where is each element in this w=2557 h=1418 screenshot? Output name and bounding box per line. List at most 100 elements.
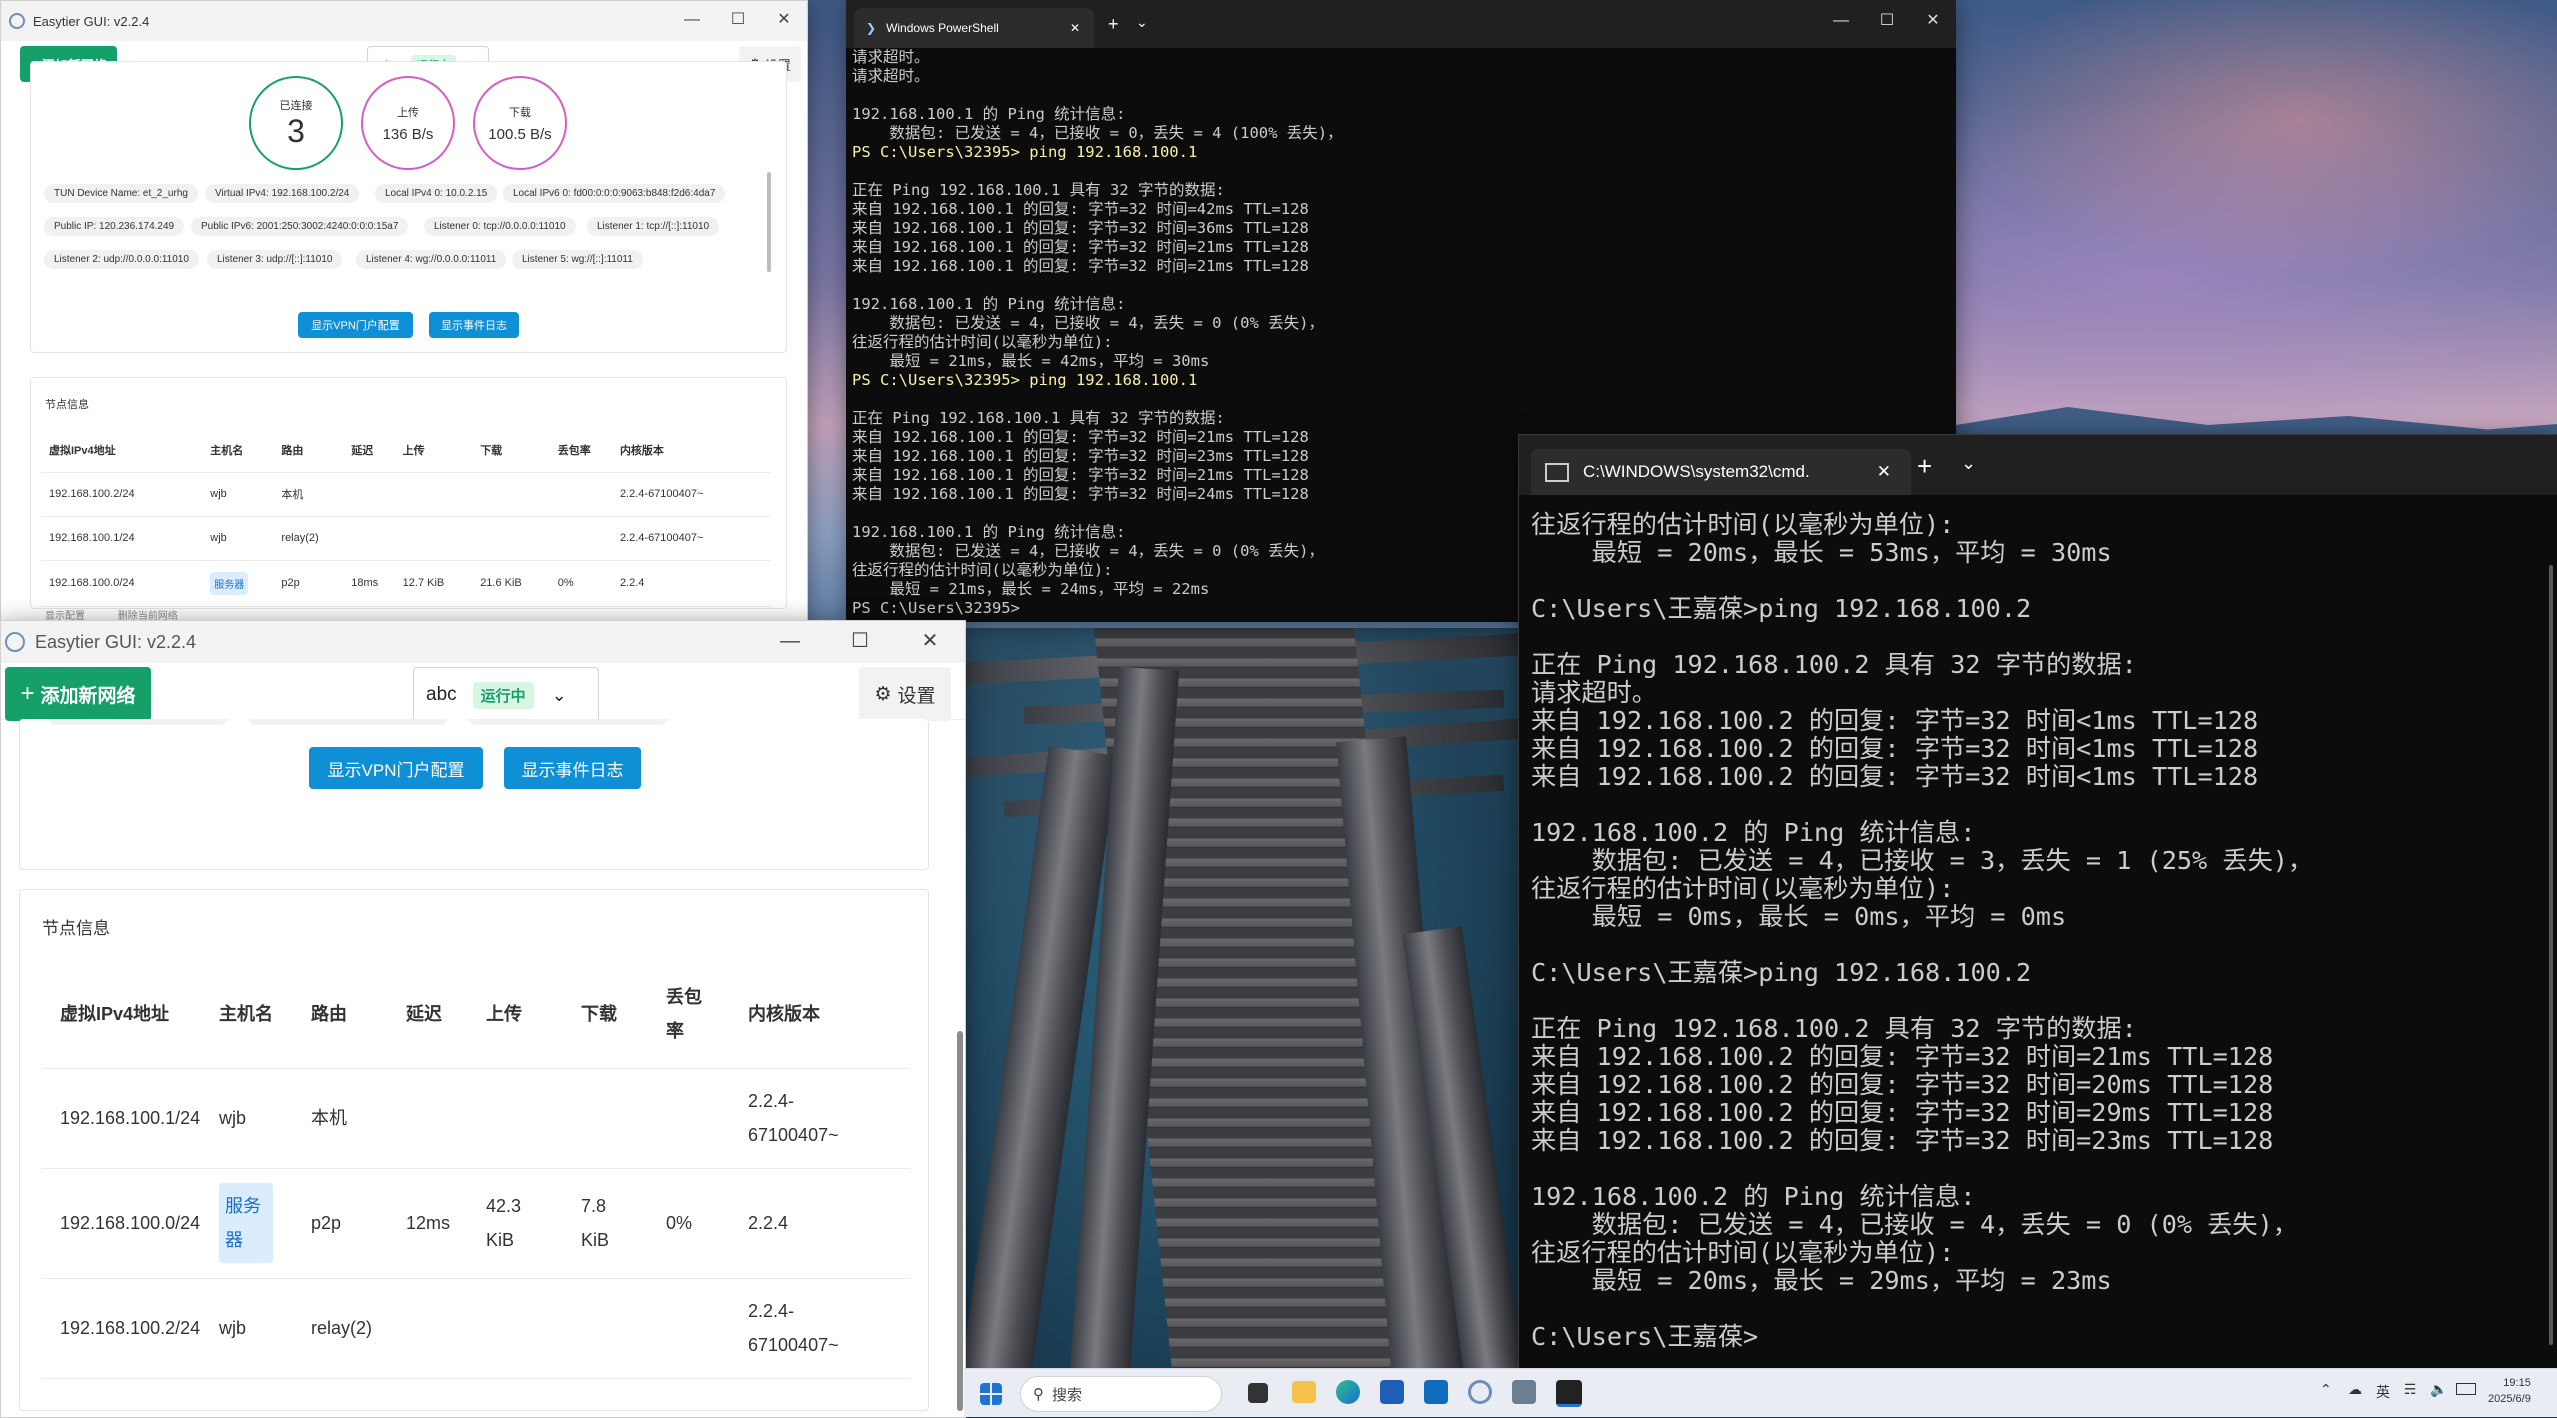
terminal-line: 192.168.100.1 的 Ping 统计信息:	[852, 523, 1126, 541]
chip-row-clipped	[48, 719, 728, 727]
tab-powershell[interactable]: ❯ Windows PowerShell ✕	[854, 8, 1094, 48]
easytier-taskbar-icon[interactable]	[1468, 1380, 1492, 1404]
terminal-line: 来自 192.168.100.2 的回复: 字节=32 时间=29ms TTL=…	[1531, 1098, 2274, 1127]
new-tab-icon[interactable]: +	[1917, 451, 1932, 482]
toolbar: + 添加新网络 abc 运行中 ⌄ ⚙ 设置	[1, 663, 965, 723]
terminal-line: 192.168.100.1 的 Ping 统计信息:	[852, 295, 1126, 313]
add-network-button[interactable]: + 添加新网络	[5, 667, 151, 721]
terminal-line: 数据包: 已发送 = 4，已接收 = 4，丢失 = 0 (0% 丢失)，	[1531, 1210, 2298, 1239]
terminal-line: 来自 192.168.100.1 的回复: 字节=32 时间=24ms TTL=…	[852, 485, 1309, 503]
chevron-up-icon[interactable]: ⌃	[2320, 1381, 2332, 1398]
terminal-line: 192.168.100.2 的 Ping 统计信息:	[1531, 818, 1976, 847]
task-view-icon[interactable]	[1248, 1383, 1268, 1403]
maximize-icon[interactable]: ☐	[825, 621, 895, 663]
store-icon[interactable]	[1380, 1380, 1404, 1404]
peer-info-card: 节点信息 虚拟IPv4地址 主机名 路由 延迟 上传 下载 丢包率 内核版本 1…	[19, 889, 929, 1411]
terminal-line: PS C:\Users\32395> ping 192.168.100.1	[852, 143, 1198, 161]
terminal-line: 来自 192.168.100.2 的回复: 字节=32 时间<1ms TTL=1…	[1531, 762, 2259, 791]
easytier-window-back: Easytier GUI: v2.2.4 — ☐ ✕ + 添加新网络 abc 运…	[0, 0, 808, 624]
wifi-icon[interactable]: ☴	[2404, 1381, 2417, 1398]
title-bar[interactable]: C:\WINDOWS\system32\cmd. ✕ + ⌄	[1519, 435, 2557, 495]
table-row[interactable]: 192.168.100.0/24 服务器 p2p 18ms 12.7 KiB 2…	[41, 560, 771, 607]
vpn-portal-button[interactable]: 显示VPN门户配置	[298, 312, 413, 338]
settings-button[interactable]: ⚙ 设置	[859, 667, 951, 721]
close-icon[interactable]: ✕	[761, 1, 807, 41]
new-tab-icon[interactable]: +	[1108, 14, 1119, 35]
edge-browser-icon[interactable]	[1336, 1380, 1360, 1404]
terminal-line: 最短 = 21ms，最长 = 24ms，平均 = 22ms	[852, 580, 1210, 598]
clock-date: 2025/6/9	[2488, 1393, 2531, 1405]
close-icon[interactable]: ✕	[1910, 0, 1956, 44]
window-scrollbar[interactable]	[807, 378, 808, 578]
powershell-icon: ❯	[866, 21, 877, 35]
tab-cmd[interactable]: C:\WINDOWS\system32\cmd. ✕	[1531, 449, 1911, 495]
vpn-portal-button[interactable]: 显示VPN门户配置	[309, 747, 483, 789]
cmd-icon	[1545, 462, 1569, 482]
table-row[interactable]: 192.168.100.1/24 wjb relay(2) 2.2.4-6710…	[41, 516, 771, 561]
chips-scrollbar[interactable]	[767, 172, 771, 272]
maximize-icon[interactable]: ☐	[715, 1, 761, 41]
cmd-output[interactable]: 往返行程的估计时间(以毫秒为单位): 最短 = 20ms，最长 = 53ms，平…	[1531, 511, 2313, 1351]
minimize-icon[interactable]: —	[1818, 0, 1864, 44]
taskbar-search[interactable]: ⚲ 搜索	[1020, 1376, 1222, 1412]
app-taskbar-icon[interactable]	[1512, 1380, 1536, 1404]
search-icon: ⚲	[1033, 1386, 1044, 1403]
window-scrollbar[interactable]	[957, 1031, 963, 1411]
chevron-down-icon: ⌄	[551, 684, 567, 705]
info-chip: Public IP: 120.236.174.249	[44, 217, 185, 236]
tab-dropdown-icon[interactable]: ⌄	[1961, 453, 1976, 474]
info-chip: Listener 5: wg://[::]:11011	[512, 250, 643, 269]
table-row[interactable]: 192.168.100.1/24 wjb 本机 2.2.4-67100407~	[42, 1068, 910, 1169]
info-chip: Listener 3: udp://[::]:11010	[207, 250, 343, 269]
cmd-scrollbar[interactable]	[2549, 565, 2553, 1345]
terminal-line: 最短 = 20ms，最长 = 53ms，平均 = 30ms	[1531, 538, 2112, 567]
taskbar: ⚲ 搜索 ⌃ ☁ 英 ☴ 🔈 19:15 2025/6/9	[964, 1368, 2557, 1417]
terminal-line: 来自 192.168.100.2 的回复: 字节=32 时间=21ms TTL=…	[1531, 1042, 2274, 1071]
network-select[interactable]: abc 运行中 ⌄	[413, 667, 599, 723]
event-log-button[interactable]: 显示事件日志	[429, 312, 519, 338]
clock-time: 19:15	[2503, 1377, 2531, 1389]
tab-dropdown-icon[interactable]: ⌄	[1136, 14, 1148, 31]
outlook-icon[interactable]	[1424, 1380, 1448, 1404]
volume-icon[interactable]: 🔈	[2430, 1381, 2447, 1398]
window-title: Easytier GUI: v2.2.4	[35, 631, 197, 652]
table-row[interactable]: 192.168.100.2/24 wjb relay(2) 2.2.4-6710…	[42, 1278, 910, 1379]
minimize-icon[interactable]: —	[755, 621, 825, 663]
peer-table: 虚拟IPv4地址 主机名 路由 延迟 上传 下载 丢包率 内核版本 192.16…	[42, 960, 910, 1379]
tab-close-icon[interactable]: ✕	[1070, 21, 1080, 35]
terminal-line: C:\Users\王嘉葆>	[1531, 1322, 1759, 1351]
terminal-line: 往返行程的估计时间(以毫秒为单位):	[852, 561, 1113, 579]
terminal-line: 正在 Ping 192.168.100.1 具有 32 字节的数据:	[852, 409, 1225, 427]
table-row[interactable]: 192.168.100.2/24 wjb 本机 2.2.4-67100407~	[41, 472, 771, 517]
terminal-line: 来自 192.168.100.2 的回复: 字节=32 时间<1ms TTL=1…	[1531, 734, 2259, 763]
info-chip: Local IPv4 0: 10.0.2.15	[375, 184, 498, 203]
terminal-line: C:\Users\王嘉葆>ping 192.168.100.2	[1531, 594, 2032, 623]
minimize-icon[interactable]: —	[669, 1, 715, 41]
terminal-line: 正在 Ping 192.168.100.1 具有 32 字节的数据:	[852, 181, 1225, 199]
gear-icon: ⚙	[874, 683, 892, 705]
windows-start-icon[interactable]	[980, 1383, 1002, 1405]
tab-close-icon[interactable]: ✕	[1877, 462, 1891, 482]
title-bar[interactable]: ❯ Windows PowerShell ✕ + ⌄	[846, 0, 1956, 48]
terminal-line: 数据包: 已发送 = 4，已接收 = 4，丢失 = 0 (0% 丢失)，	[852, 314, 1324, 332]
pier-photo	[964, 628, 1524, 1368]
table-row[interactable]: 192.168.100.0/24 服务器 p2p 12ms 42.3 KiB 7…	[42, 1168, 910, 1279]
terminal-taskbar-icon[interactable]	[1556, 1380, 1582, 1407]
upload-rate: 上传 136 B/s	[361, 76, 455, 170]
ime-indicator[interactable]: 英	[2376, 1382, 2390, 1402]
network-status-card: 显示VPN门户配置 显示事件日志	[19, 719, 929, 870]
event-log-button[interactable]: 显示事件日志	[504, 747, 641, 789]
peer-table: 虚拟IPv4地址 主机名 路由 延迟 上传 下载 丢包率 内核版本 192.16…	[41, 428, 771, 607]
file-explorer-icon[interactable]	[1292, 1381, 1316, 1403]
maximize-icon[interactable]: ☐	[1864, 0, 1910, 44]
battery-icon[interactable]	[2456, 1383, 2476, 1395]
terminal-line: 来自 192.168.100.1 的回复: 字节=32 时间=21ms TTL=…	[852, 466, 1309, 484]
info-chip: TUN Device Name: et_2_urhg	[44, 184, 198, 203]
powershell-output[interactable]: 请求超时。 请求超时。 192.168.100.1 的 Ping 统计信息: 数…	[852, 48, 1343, 618]
cmd-window: C:\WINDOWS\system32\cmd. ✕ + ⌄ 往返行程的估计时间…	[1518, 434, 2557, 1370]
terminal-line: 192.168.100.1 的 Ping 统计信息:	[852, 105, 1126, 123]
close-icon[interactable]: ✕	[895, 621, 965, 663]
clock[interactable]: 19:15 2025/6/9	[2488, 1375, 2531, 1407]
terminal-line: 数据包: 已发送 = 4，已接收 = 0，丢失 = 4 (100% 丢失)，	[852, 124, 1343, 142]
network-icon[interactable]: ☁	[2348, 1381, 2362, 1398]
